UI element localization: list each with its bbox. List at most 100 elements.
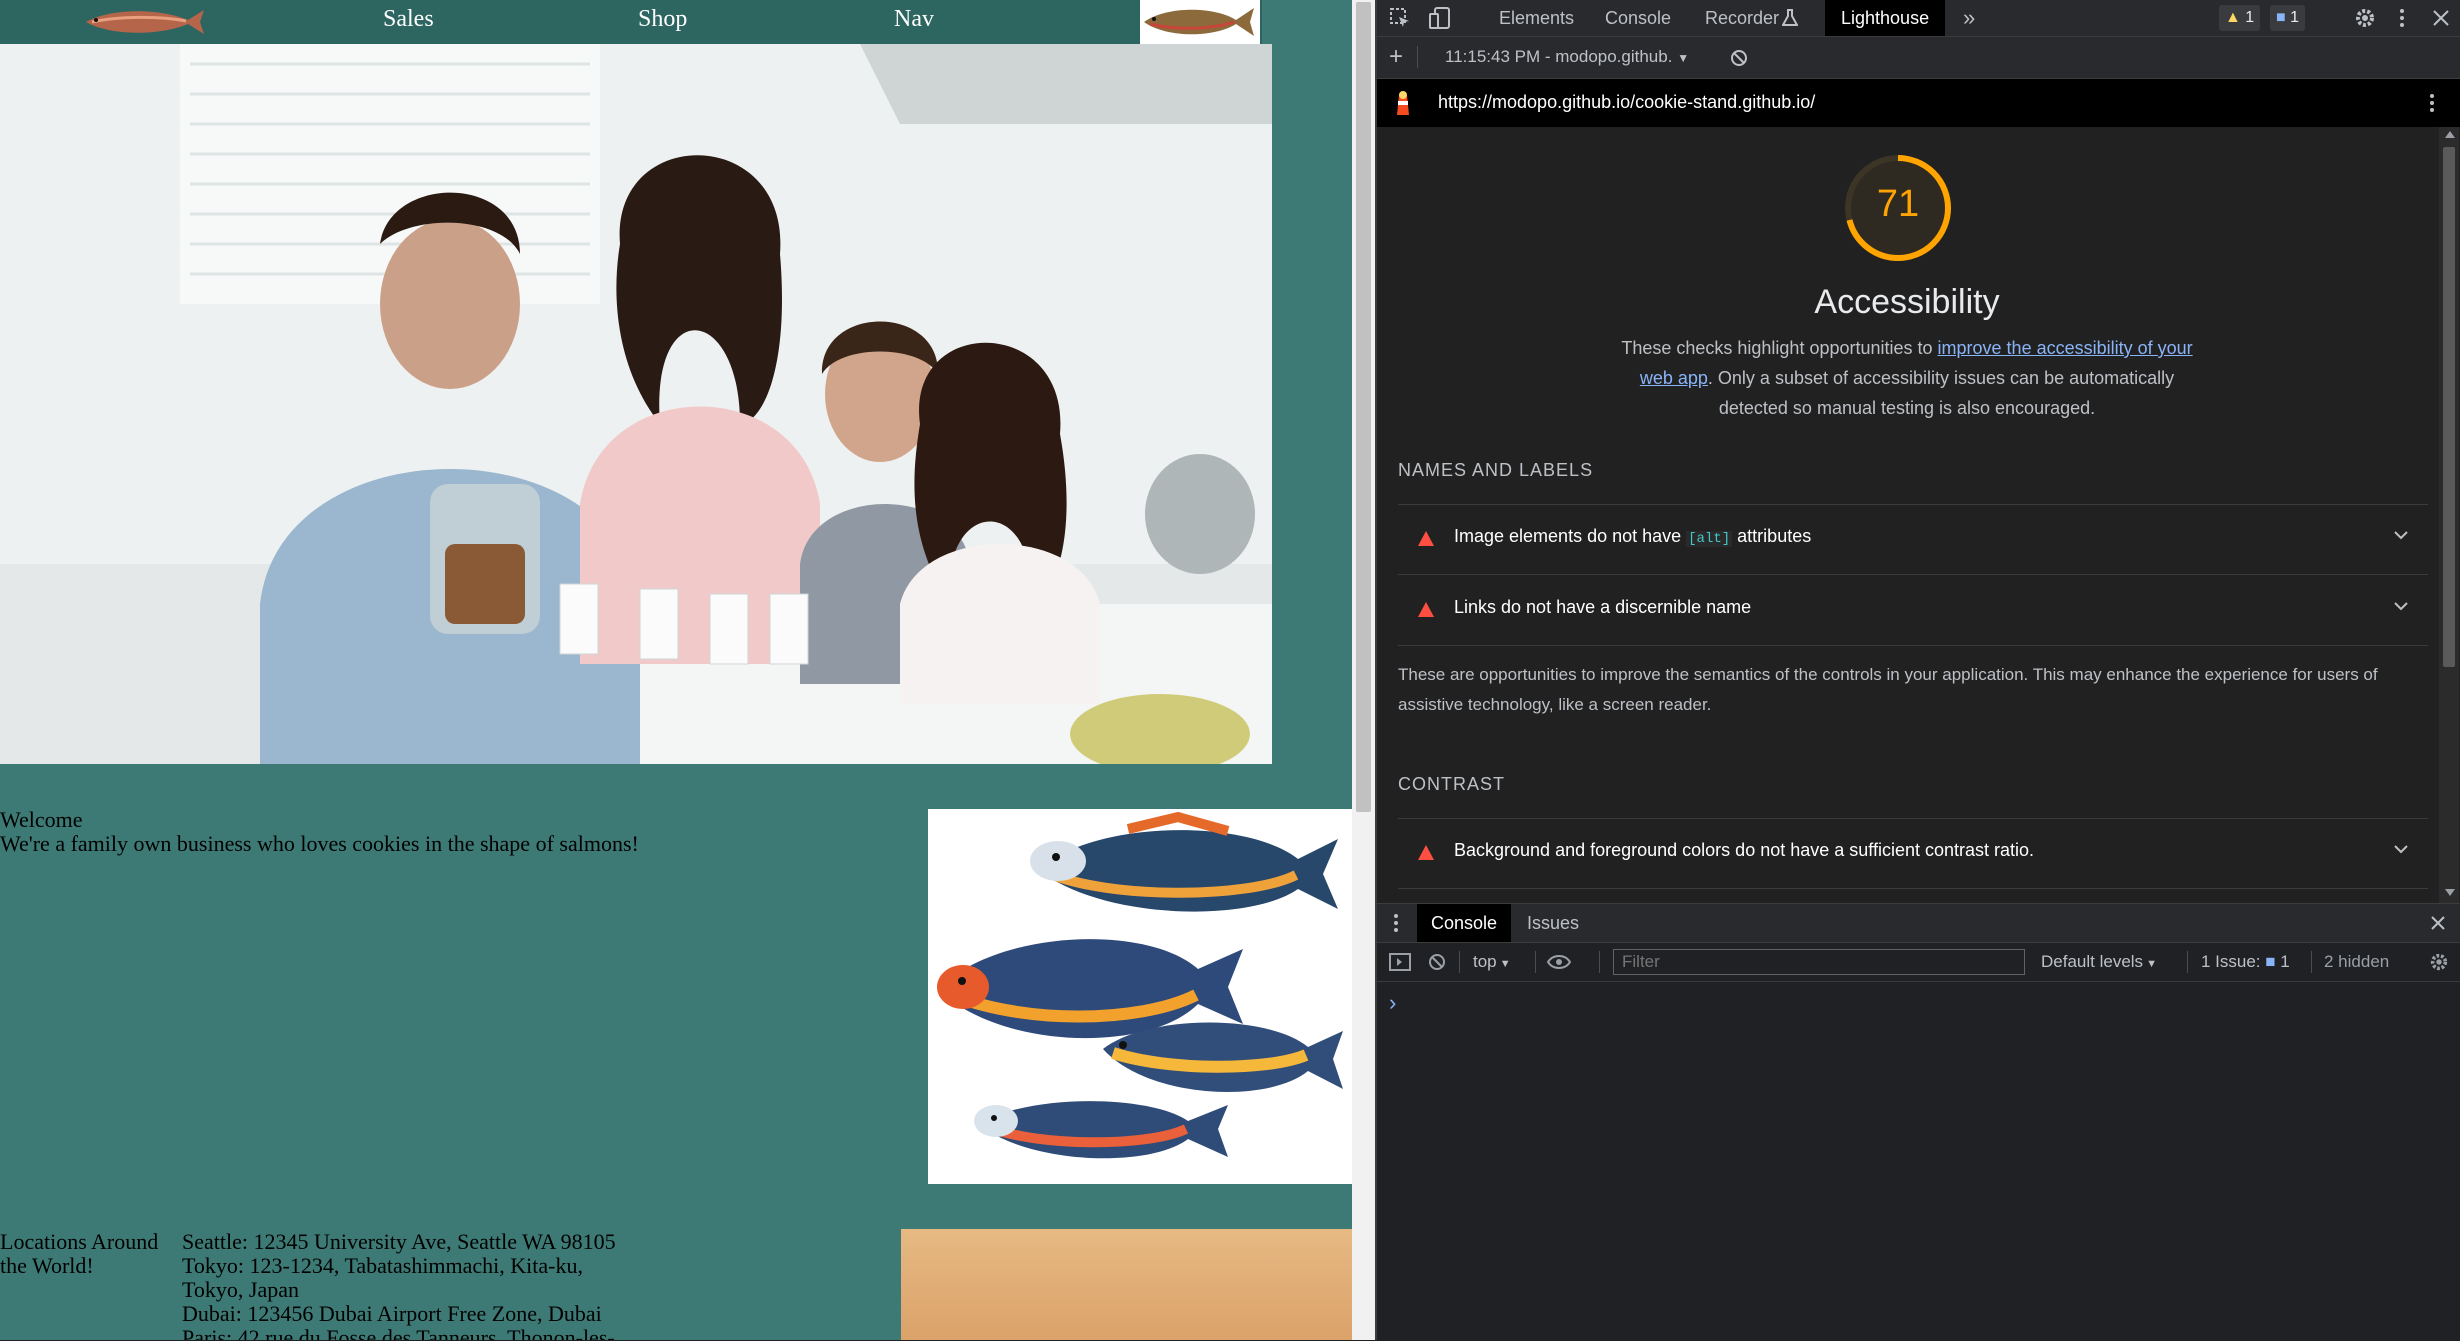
salmon-logo-right (1144, 8, 1254, 36)
console-settings-gear-icon[interactable] (2429, 952, 2449, 972)
alt-attribute-code: [alt] (1686, 531, 1733, 547)
audit-color-contrast[interactable]: Background and foreground colors do not … (1398, 818, 2428, 889)
decorative-salmon-image (937, 811, 1343, 1159)
dropdown-arrow-icon: ▼ (1677, 51, 1690, 65)
description-prefix: These checks highlight opportunities to (1621, 338, 1938, 358)
warning-icon: ▲ (2225, 9, 2241, 26)
dropdown-arrow-icon: ▼ (2143, 958, 2158, 970)
device-toolbar-icon[interactable] (1429, 6, 1451, 30)
audit-link-name[interactable]: Links do not have a discernible name (1398, 575, 2428, 646)
location-line: Tokyo: 123-1234, Tabatashimmachi, Kita-k… (182, 1253, 583, 1278)
dropdown-arrow-icon: ▼ (1496, 958, 1511, 970)
tab-lighthouse[interactable]: Lighthouse (1825, 0, 1946, 36)
issues-counter[interactable]: 1 Issue: ■ 1 (2201, 943, 2290, 981)
sidebar-toggle-icon[interactable] (1389, 953, 1411, 971)
more-options-icon[interactable] (2397, 7, 2407, 29)
audit-label: Links do not have a discernible name (1454, 597, 1752, 617)
locations-heading: Locations Around the World! (0, 1229, 159, 1278)
drawer-tab-issues[interactable]: Issues (1527, 904, 1579, 942)
drawer-tab-bar: Console Issues (1377, 904, 2460, 943)
log-levels-label: Default levels (2041, 952, 2144, 971)
salmon-cookies-image (928, 809, 1352, 1184)
more-tabs-icon[interactable]: » (1963, 0, 1975, 36)
lighthouse-url-bar: https://modopo.github.io/cookie-stand.gi… (1377, 79, 2460, 127)
location-line: Seattle: 12345 University Ave, Seattle W… (182, 1229, 616, 1254)
lighthouse-logo-icon (1397, 91, 1409, 115)
console-toolbar: top ▼ Default levels ▼ 1 Issue: ■ 1 2 hi… (1377, 943, 2460, 982)
issues-count: 1 (2280, 952, 2290, 971)
separator (2311, 951, 2312, 973)
devtools-tab-bar: Elements Console Recorder Lighthouse » ▲… (1377, 0, 2460, 37)
report-scrollbar[interactable] (2439, 127, 2459, 903)
category-title: Accessibility (1814, 283, 2000, 321)
clear-console-icon[interactable] (1427, 952, 1447, 972)
issue-icon: ■ (2265, 952, 2276, 971)
separator (1599, 951, 1600, 973)
salmon-logo-right-frame[interactable] (1140, 0, 1260, 44)
warnings-badge[interactable]: ▲ 1 (2219, 5, 2261, 31)
context-selector-label: top (1473, 952, 1497, 971)
audit-label: Background and foreground colors do not … (1454, 840, 2035, 860)
flask-icon (1782, 9, 1798, 26)
messages-badge[interactable]: ■ 1 (2270, 5, 2306, 31)
drawer-tab-console[interactable]: Console (1417, 904, 1512, 942)
page-scrollbar[interactable] (1352, 0, 1375, 1340)
console-prompt[interactable]: › (1389, 990, 1396, 1016)
separator (1417, 46, 1418, 68)
message-icon: ■ (2276, 9, 2286, 26)
fail-triangle-icon (1418, 602, 1434, 617)
issues-label: 1 Issue: (2201, 952, 2261, 971)
report-selector[interactable]: 11:15:43 PM - modopo.github. ▼ (1445, 38, 1689, 76)
accessibility-score: 71 (1876, 183, 1920, 225)
settings-gear-icon[interactable] (2354, 7, 2376, 29)
chevron-down-icon[interactable] (2392, 840, 2410, 858)
report-menu-icon[interactable] (2427, 92, 2437, 114)
console-drawer: Console Issues top ▼ Default levels ▼ (1377, 903, 2460, 1341)
hidden-messages-count: 2 hidden (2324, 952, 2390, 971)
chevron-down-icon[interactable] (2392, 597, 2410, 615)
context-selector[interactable]: top ▼ (1473, 943, 1511, 981)
welcome-heading: Welcome (0, 807, 83, 832)
group-description: These are opportunities to improve the s… (1398, 665, 2378, 714)
fail-triangle-icon (1418, 845, 1434, 860)
audited-url: https://modopo.github.io/cookie-stand.gi… (1438, 92, 1816, 112)
warnings-count: 1 (2245, 9, 2255, 26)
chevron-down-icon[interactable] (2392, 526, 2410, 544)
page-scrollbar-thumb[interactable] (1356, 2, 1371, 812)
tab-console[interactable]: Console (1605, 0, 1671, 36)
lighthouse-toolbar: + 11:15:43 PM - modopo.github. ▼ (1377, 37, 2460, 79)
report-scrollbar-thumb[interactable] (2443, 147, 2455, 667)
inspect-element-icon[interactable] (1389, 7, 1411, 29)
scroll-up-arrow-icon[interactable] (2445, 131, 2455, 138)
console-filter-input[interactable] (1613, 949, 2025, 975)
drawer-menu-icon[interactable] (1393, 913, 1399, 933)
live-expression-eye-icon[interactable] (1547, 954, 1571, 970)
log-levels-dropdown[interactable]: Default levels ▼ (2041, 943, 2157, 981)
salmon-logo-left[interactable] (80, 4, 210, 40)
lighthouse-report: 71 Accessibility These checks highlight … (1377, 127, 2437, 903)
messages-count: 1 (2290, 9, 2300, 26)
locations-list: Seattle: 12345 University Ave, Seattle W… (182, 1229, 616, 1341)
nav-link-sales[interactable]: Sales (383, 6, 434, 33)
location-line: Tokyo, Japan (182, 1277, 299, 1302)
clear-reports-icon[interactable] (1729, 48, 1749, 68)
tab-elements[interactable]: Elements (1499, 0, 1574, 36)
separator (1459, 951, 1460, 973)
nav-link-shop[interactable]: Shop (638, 6, 687, 33)
group-title-names-labels: NAMES AND LABELS (1398, 460, 1594, 480)
location-line: Paris: 42 rue du Fosse des Tanneurs, Tho… (182, 1325, 615, 1341)
audit-label: Image elements do not have [alt] attribu… (1454, 526, 1812, 547)
close-drawer-icon[interactable] (2429, 914, 2447, 932)
separator (1535, 951, 1536, 973)
scroll-down-arrow-icon[interactable] (2445, 889, 2455, 896)
welcome-text: We're a family own business who loves co… (0, 831, 639, 856)
nav-link-nav[interactable]: Nav (894, 6, 934, 33)
fail-triangle-icon (1418, 531, 1434, 546)
category-description: These checks highlight opportunities to … (1607, 333, 2207, 423)
close-devtools-icon[interactable] (2431, 8, 2451, 28)
tab-recorder[interactable]: Recorder (1705, 0, 1779, 36)
report-selector-label: 11:15:43 PM - modopo.github. (1445, 47, 1673, 66)
audit-image-alt[interactable]: Image elements do not have [alt] attribu… (1398, 504, 2428, 575)
new-report-icon[interactable]: + (1389, 38, 1403, 76)
devtools-panel: Elements Console Recorder Lighthouse » ▲… (1375, 0, 2460, 1341)
